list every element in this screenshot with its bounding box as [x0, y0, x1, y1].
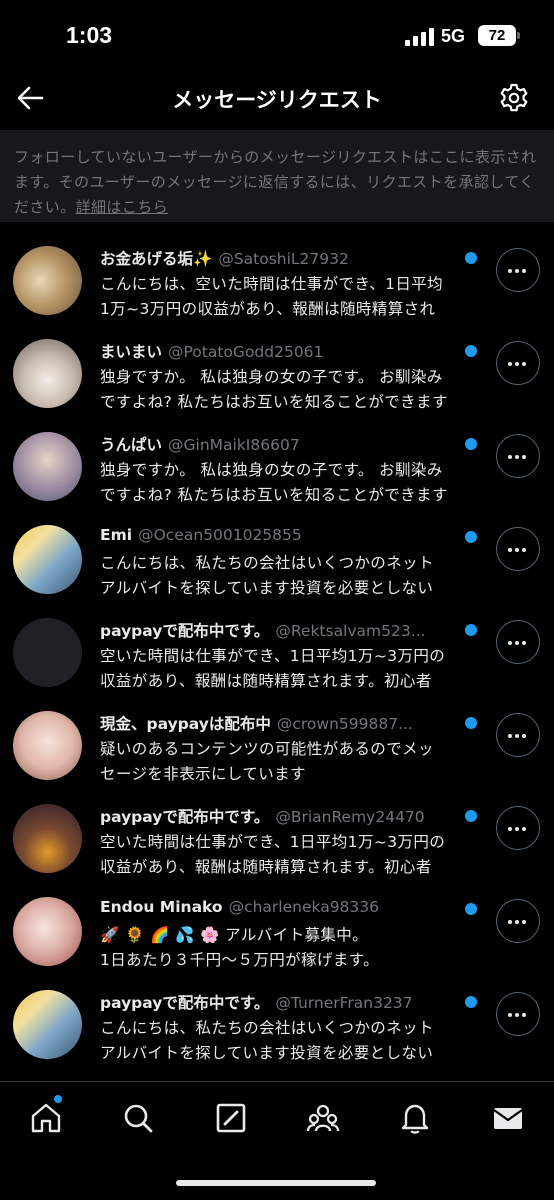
request-row[interactable]: paypayで配布中です。 @TurnerFran3237 こんにちは、私たちの会… — [0, 976, 554, 1069]
sender-line: Emi @Ocean5001025855 — [100, 526, 450, 544]
signal-icon — [405, 28, 435, 46]
sender-name: paypayで配布中です。 — [100, 808, 270, 826]
sender-name: Endou Minako — [100, 898, 223, 916]
sender-name: お金あげる垢✨ — [100, 250, 213, 268]
unread-dot — [465, 903, 477, 915]
message-preview: 空いた時間は仕事ができ、1日平均1万~3万円の 収益があり、報酬は随時精算されま… — [100, 647, 446, 690]
sender-name: うんぱい — [100, 436, 163, 454]
battery-icon: 72 — [478, 25, 516, 46]
sender-line: まいまい @PotatoGodd25061 — [100, 340, 450, 362]
home-indicator — [176, 1180, 376, 1186]
more-icon[interactable] — [496, 806, 540, 850]
more-icon[interactable] — [496, 899, 540, 943]
message-preview: こんにちは、空いた時間は仕事ができ、1日平均 1万~3万円の収益があり、報酬は随… — [100, 275, 444, 318]
request-row[interactable]: うんぱい @GinMaikI86607 独身ですか。 私は独身の女の子です。 お馴… — [0, 418, 554, 511]
avatar[interactable] — [13, 711, 82, 780]
home-icon[interactable] — [28, 1100, 64, 1136]
message-preview: 空いた時間は仕事ができ、1日平均1万~3万円の 収益があり、報酬は随時精算されま… — [100, 833, 446, 876]
sender-line: paypayで配布中です。 @BrianRemy24470 — [100, 805, 450, 827]
message-preview: 独身ですか。 私は独身の女の子です。 お馴染み ですよね? 私たちはお互いを知る… — [100, 368, 448, 411]
more-icon[interactable] — [496, 713, 540, 757]
network-type: 5G — [441, 26, 466, 46]
avatar[interactable] — [13, 339, 82, 408]
sender-name: Emi — [100, 526, 133, 544]
page-title: メッセージリクエスト — [172, 88, 382, 112]
unread-dot — [465, 345, 477, 357]
search-icon[interactable] — [120, 1100, 156, 1136]
request-row[interactable]: 現金、paypayは配布中 @crown599887... 疑いのあるコンテンツの… — [0, 697, 554, 790]
sender-name: まいまい — [100, 343, 163, 361]
request-row[interactable]: paypayで配布中です。 @Rektsalvam523... 空いた時間は仕事が… — [0, 604, 554, 697]
avatar[interactable] — [13, 804, 82, 873]
avatar[interactable] — [13, 618, 82, 687]
more-icon[interactable] — [496, 527, 540, 571]
sender-name: 現金、paypayは配布中 — [100, 715, 271, 733]
header: メッセージリクエスト — [0, 70, 554, 130]
messages-icon[interactable] — [490, 1100, 526, 1136]
message-preview: 疑いのあるコンテンツの可能性があるのでメッ セージを非表示にしています — [100, 740, 434, 783]
unread-dot — [465, 624, 477, 636]
sender-line: うんぱい @GinMaikI86607 — [100, 433, 450, 455]
message-preview: 🚀 🌻 🌈 💦 🌸 アルバイト募集中。 1日あたり３千円～５万円が稼げます。 — [100, 926, 380, 969]
sender-handle: @PotatoGodd25061 — [168, 343, 324, 361]
unread-dot — [465, 996, 477, 1008]
request-notice: フォローしていないユーザーからのメッセージリクエストはここに表示されます。そのユ… — [0, 130, 554, 222]
sender-handle: @charleneka98336 — [228, 898, 380, 916]
status-time: 1:03 — [66, 22, 113, 48]
avatar[interactable] — [13, 432, 82, 501]
unread-dot — [465, 252, 477, 264]
sender-line: paypayで配布中です。 @TurnerFran3237 — [100, 991, 450, 1013]
unread-dot — [465, 717, 477, 729]
more-icon[interactable] — [496, 248, 540, 292]
avatar[interactable] — [13, 897, 82, 966]
sender-name: paypayで配布中です。 — [100, 622, 270, 640]
sender-handle: @Rektsalvam523... — [275, 622, 426, 640]
sender-handle: @crown599887... — [276, 715, 413, 733]
sender-line: paypayで配布中です。 @Rektsalvam523... — [100, 619, 450, 641]
more-icon[interactable] — [496, 434, 540, 478]
request-row[interactable]: paypayで配布中です。 @BrianRemy24470 空いた時間は仕事ができ… — [0, 790, 554, 883]
request-row[interactable]: まいまい @PotatoGodd25061 独身ですか。 私は独身の女の子です。 … — [0, 325, 554, 418]
more-icon[interactable] — [496, 992, 540, 1036]
sender-handle: @Ocean5001025855 — [138, 526, 302, 544]
avatar[interactable] — [13, 525, 82, 594]
gear-icon[interactable] — [496, 80, 532, 116]
avatar[interactable] — [13, 990, 82, 1059]
sender-name: paypayで配布中です。 — [100, 994, 270, 1012]
request-row[interactable]: Emi @Ocean5001025855 こんにちは、私たちの会社はいくつかのネッ… — [0, 511, 554, 604]
learn-more-link[interactable]: 詳細はこちら — [76, 198, 168, 216]
avatar[interactable] — [13, 246, 82, 315]
grok-icon[interactable] — [213, 1100, 249, 1136]
sender-line: お金あげる垢✨ @SatoshiL27932 — [100, 247, 450, 269]
notifications-icon[interactable] — [397, 1100, 433, 1136]
home-badge-dot — [54, 1095, 62, 1103]
message-preview: こんにちは、私たちの会社はいくつかのネット アルバイトを探しています投資を必要と… — [100, 1019, 434, 1062]
sender-handle: @TurnerFran3237 — [275, 994, 413, 1012]
message-preview: 独身ですか。 私は独身の女の子です。 お馴染み ですよね? 私たちはお互いを知る… — [100, 461, 448, 504]
sender-handle: @GinMaikI86607 — [168, 436, 300, 454]
unread-dot — [465, 531, 477, 543]
request-row[interactable]: お金あげる垢✨ @SatoshiL27932 こんにちは、空いた時間は仕事ができ、… — [0, 232, 554, 325]
sender-handle: @BrianRemy24470 — [275, 808, 425, 826]
request-row[interactable]: Endou Minako @charleneka98336 🚀 🌻 🌈 💦 🌸 ア… — [0, 883, 554, 976]
sender-handle: @SatoshiL27932 — [218, 250, 349, 268]
sender-line: 現金、paypayは配布中 @crown599887... — [100, 712, 450, 734]
communities-icon[interactable] — [305, 1100, 341, 1136]
message-preview: こんにちは、私たちの会社はいくつかのネット アルバイトを探しています投資を必要と… — [100, 554, 434, 597]
battery-tip — [517, 32, 520, 39]
more-icon[interactable] — [496, 341, 540, 385]
status-bar: 1:03 5G 72 — [0, 0, 554, 70]
request-list: お金あげる垢✨ @SatoshiL27932 こんにちは、空いた時間は仕事ができ、… — [0, 232, 554, 1069]
unread-dot — [465, 438, 477, 450]
sender-line: Endou Minako @charleneka98336 — [100, 898, 450, 916]
unread-dot — [465, 810, 477, 822]
more-icon[interactable] — [496, 620, 540, 664]
